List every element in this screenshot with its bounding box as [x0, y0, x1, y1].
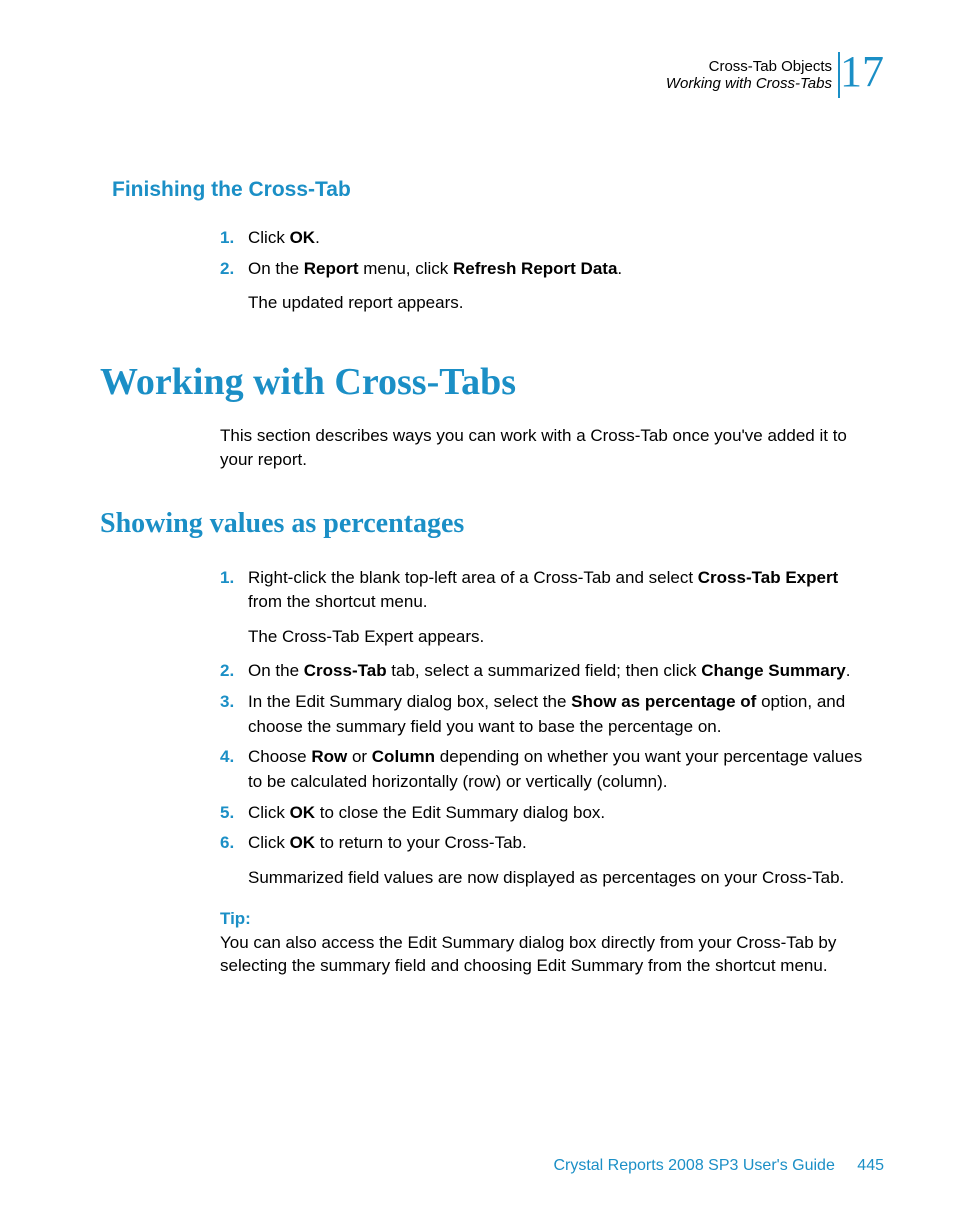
- step-text: In the Edit Summary dialog box, select t…: [248, 690, 874, 739]
- list-item: 2. On the Cross-Tab tab, select a summar…: [220, 659, 874, 684]
- list-item: 2. On the Report menu, click Refresh Rep…: [220, 257, 874, 282]
- tip-text: You can also access the Edit Summary dia…: [220, 931, 874, 979]
- heading-showing-values-as-percentages: Showing values as percentages: [100, 508, 884, 540]
- list-item: 5. Click OK to close the Edit Summary di…: [220, 801, 874, 826]
- step-text: Click OK to return to your Cross-Tab.: [248, 831, 874, 856]
- step-text: Click OK to close the Edit Summary dialo…: [248, 801, 874, 826]
- tip-label: Tip:: [220, 909, 884, 929]
- heading-working-with-cross-tabs: Working with Cross-Tabs: [100, 360, 884, 404]
- step-number: 4.: [220, 745, 248, 794]
- step-number: 3.: [220, 690, 248, 739]
- step-number: 6.: [220, 831, 248, 856]
- page-content: Cross-Tab Objects Working with Cross-Tab…: [0, 0, 954, 978]
- finishing-steps-list: 1. Click OK. 2. On the Report menu, clic…: [220, 226, 874, 281]
- footer-guide-name: Crystal Reports 2008 SP3 User's Guide: [553, 1157, 834, 1174]
- step-number: 1.: [220, 566, 248, 615]
- page-footer: Crystal Reports 2008 SP3 User's Guide 44…: [553, 1157, 884, 1175]
- step-number: 5.: [220, 801, 248, 826]
- list-item: 3. In the Edit Summary dialog box, selec…: [220, 690, 874, 739]
- percentage-steps-list-cont: 2. On the Cross-Tab tab, select a summar…: [220, 659, 874, 855]
- step-result-text: Summarized field values are now displaye…: [248, 866, 874, 891]
- list-item: 1. Right-click the blank top-left area o…: [220, 566, 874, 615]
- chapter-title: Cross-Tab Objects: [666, 58, 832, 75]
- list-item: 4. Choose Row or Column depending on whe…: [220, 745, 874, 794]
- chapter-number: 17: [840, 50, 884, 94]
- step-text: Right-click the blank top-left area of a…: [248, 566, 874, 615]
- step-number: 2.: [220, 659, 248, 684]
- header-text-block: Cross-Tab Objects Working with Cross-Tab…: [666, 58, 832, 92]
- step-result-text: The updated report appears.: [248, 291, 874, 316]
- step-number: 1.: [220, 226, 248, 251]
- step-result-text: The Cross-Tab Expert appears.: [248, 625, 874, 650]
- footer-page-number: 445: [857, 1157, 884, 1174]
- step-text: On the Report menu, click Refresh Report…: [248, 257, 874, 282]
- step-text: On the Cross-Tab tab, select a summarize…: [248, 659, 874, 684]
- step-text: Click OK.: [248, 226, 874, 251]
- step-number: 2.: [220, 257, 248, 282]
- percentage-steps-list: 1. Right-click the blank top-left area o…: [220, 566, 874, 615]
- list-item: 6. Click OK to return to your Cross-Tab.: [220, 831, 874, 856]
- section-title-header: Working with Cross-Tabs: [666, 75, 832, 92]
- intro-paragraph: This section describes ways you can work…: [220, 424, 874, 472]
- page-header: Cross-Tab Objects Working with Cross-Tab…: [100, 58, 884, 108]
- list-item: 1. Click OK.: [220, 226, 874, 251]
- step-text: Choose Row or Column depending on whethe…: [248, 745, 874, 794]
- heading-finishing-cross-tab: Finishing the Cross-Tab: [112, 178, 884, 202]
